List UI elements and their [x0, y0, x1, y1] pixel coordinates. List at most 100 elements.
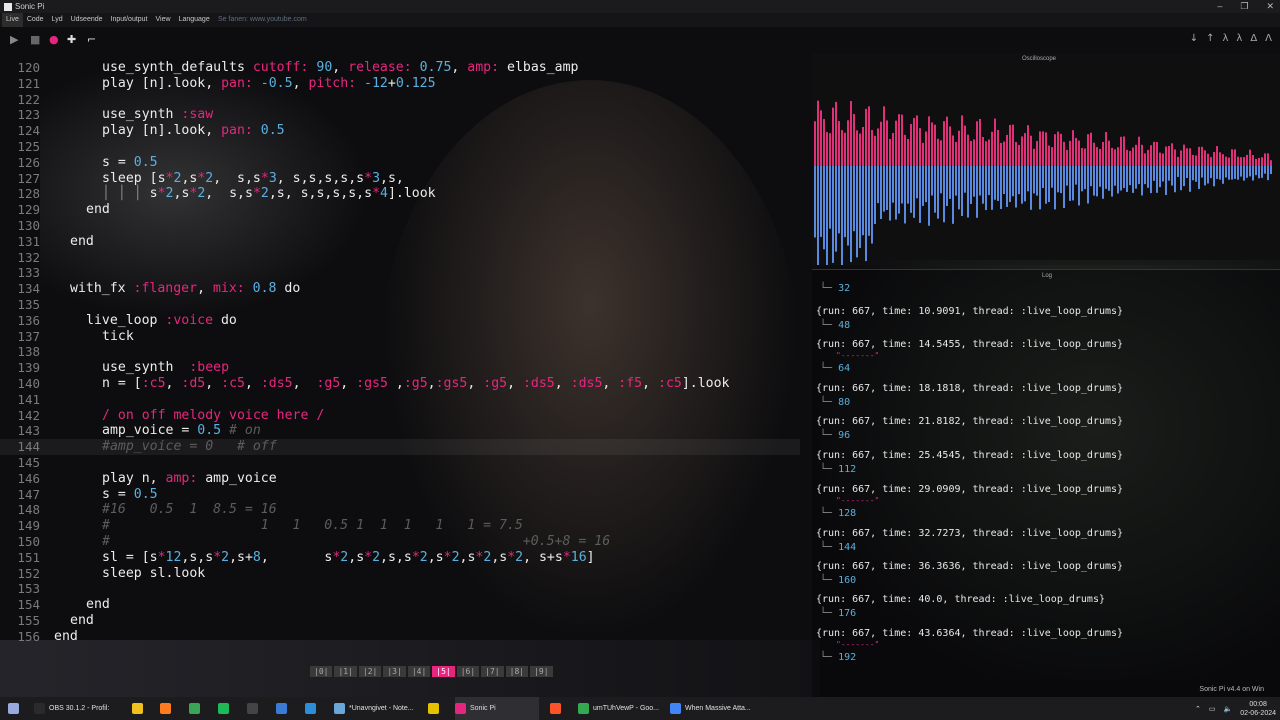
- buffer-tab-8[interactable]: |8|: [505, 666, 529, 677]
- log-value-text: 160: [838, 575, 857, 586]
- wave-bar-bottom: [877, 166, 879, 204]
- size-button[interactable]: ⌐: [87, 33, 96, 46]
- close-button[interactable]: ✕: [1266, 0, 1274, 13]
- maximize-button[interactable]: ❐: [1240, 0, 1248, 13]
- code-token: end: [70, 233, 94, 249]
- taskbar-app-10[interactable]: Sonic Pi: [455, 697, 539, 720]
- toolbar-right-icon-2[interactable]: λ: [1222, 33, 1228, 44]
- menu-item-language[interactable]: Language: [175, 13, 214, 27]
- toolbar-right-icon-3[interactable]: λ: [1236, 33, 1242, 44]
- log-tree-glyph: └─: [820, 283, 839, 294]
- buffer-tab-5[interactable]: |5|: [432, 666, 455, 677]
- clock[interactable]: 00:08 02-06-2024: [1240, 700, 1276, 718]
- buffer-tab-0[interactable]: |0|: [310, 666, 333, 677]
- line-number: 133: [17, 265, 40, 281]
- wave-bar-bottom: [1183, 166, 1185, 187]
- code-token: end: [54, 628, 78, 644]
- menu-item-lyd[interactable]: Lyd: [48, 13, 67, 27]
- code-token: :g5: [403, 376, 428, 391]
- wave-bar-top: [814, 121, 816, 166]
- run-button[interactable]: ▶: [10, 33, 18, 46]
- buffer-tab-4[interactable]: |4|: [407, 666, 431, 677]
- code-token: elbas_amp: [507, 60, 579, 75]
- wave-bar-bottom: [1228, 166, 1230, 180]
- toolbar-right-icon-1[interactable]: ↑: [1206, 33, 1214, 44]
- stop-button[interactable]: ■: [30, 33, 40, 46]
- volume-icon[interactable]: 🔈: [1223, 705, 1232, 713]
- record-button[interactable]: ●: [49, 33, 59, 46]
- code-token: *: [157, 186, 166, 202]
- menu-item-code[interactable]: Code: [23, 13, 48, 27]
- code-editor[interactable]: 120 use_synth_defaults cutoff: 90, releas…: [0, 60, 800, 650]
- taskbar-app-icon: [578, 703, 589, 714]
- wave-bar-bottom: [970, 166, 972, 204]
- wave-bar-bottom: [1003, 166, 1005, 195]
- menu-item-udseende[interactable]: Udseende: [67, 13, 107, 27]
- chevron-up-icon[interactable]: ⌃: [1195, 705, 1201, 713]
- buffer-tab-9[interactable]: |9|: [530, 666, 553, 677]
- taskbar-app-7[interactable]: [305, 697, 316, 720]
- wave-bar-top: [1183, 144, 1185, 166]
- taskbar-app-4[interactable]: [218, 697, 229, 720]
- sonic-pi-logo-icon: [4, 2, 12, 11]
- buffer-tab-3[interactable]: |3|: [383, 666, 406, 677]
- wave-bar-bottom: [1039, 166, 1041, 210]
- toolbar-right-icon-0[interactable]: ↓: [1190, 33, 1198, 44]
- code-line: 124 play [n].look, pan: 0.5: [0, 123, 800, 139]
- taskbar-app-13[interactable]: When Massive Atta...: [670, 697, 758, 720]
- wave-bar-top: [1147, 149, 1149, 166]
- code-token: ,s: [348, 549, 365, 565]
- menu-item-view[interactable]: View: [152, 13, 175, 27]
- line-number: 148: [17, 502, 40, 518]
- buffer-tab-2[interactable]: |2|: [358, 666, 382, 677]
- start-button[interactable]: [8, 697, 19, 720]
- wave-bar-top: [1093, 142, 1095, 166]
- wave-bar-top: [880, 121, 882, 166]
- wave-bar-bottom: [823, 166, 825, 250]
- buffer-tab-6[interactable]: |6|: [456, 666, 480, 677]
- taskbar-app-9[interactable]: [428, 697, 439, 720]
- taskbar-app-icon: [550, 703, 561, 714]
- taskbar-app-label: umTUhVewP - Goo...: [593, 705, 660, 712]
- code-line: 141: [0, 392, 800, 408]
- wave-bar-bottom: [931, 166, 933, 196]
- code-line: 122: [0, 92, 800, 108]
- taskbar-app-6[interactable]: [276, 697, 287, 720]
- network-icon[interactable]: ▭: [1209, 705, 1216, 713]
- menu-item-live[interactable]: Live: [2, 13, 23, 27]
- taskbar-app-2[interactable]: [160, 697, 171, 720]
- toolbar-right-icon-5[interactable]: Λ: [1265, 33, 1272, 44]
- wave-bar-top: [1228, 157, 1230, 166]
- taskbar-app-8[interactable]: *Unavngivet - Note...: [334, 697, 418, 720]
- code-text: # +0.5+8 = 16: [102, 534, 610, 550]
- taskbar-app-11[interactable]: [550, 697, 561, 720]
- wave-bar-bottom: [1006, 166, 1008, 207]
- wave-bar-top: [1204, 150, 1206, 166]
- wave-bar-top: [991, 131, 993, 166]
- line-number: 137: [17, 328, 40, 344]
- log-value: └─ 192: [820, 652, 856, 663]
- buffer-tab-7[interactable]: |7|: [481, 666, 504, 677]
- taskbar-app-0[interactable]: OBS 30.1.2 - Profil:: [34, 697, 120, 720]
- buffer-tab-1[interactable]: |1|: [334, 666, 357, 677]
- add-button[interactable]: ✚: [67, 33, 76, 46]
- toolbar-right-icon-4[interactable]: Δ: [1250, 33, 1257, 44]
- wave-bar-top: [922, 142, 924, 166]
- taskbar-app-5[interactable]: [247, 697, 258, 720]
- taskbar-app-1[interactable]: [132, 697, 143, 720]
- code-token: ,: [340, 376, 357, 391]
- wave-bar-top: [1210, 157, 1212, 166]
- minimize-button[interactable]: –: [1217, 0, 1222, 13]
- code-line: 125: [0, 139, 800, 155]
- line-number: 125: [17, 139, 40, 154]
- taskbar-app-3[interactable]: [189, 697, 200, 720]
- line-number: 147: [17, 486, 40, 502]
- code-line: 131 end: [0, 234, 800, 250]
- taskbar-app-12[interactable]: umTUhVewP - Goo...: [578, 697, 664, 720]
- wave-bar-bottom: [1090, 166, 1092, 187]
- wave-bar-bottom: [850, 166, 852, 263]
- menu-item-inputoutput[interactable]: Input/output: [107, 13, 152, 27]
- code-line: 156 end: [0, 629, 800, 645]
- wave-bar-bottom: [1093, 166, 1095, 196]
- code-token: ,s: [181, 170, 198, 186]
